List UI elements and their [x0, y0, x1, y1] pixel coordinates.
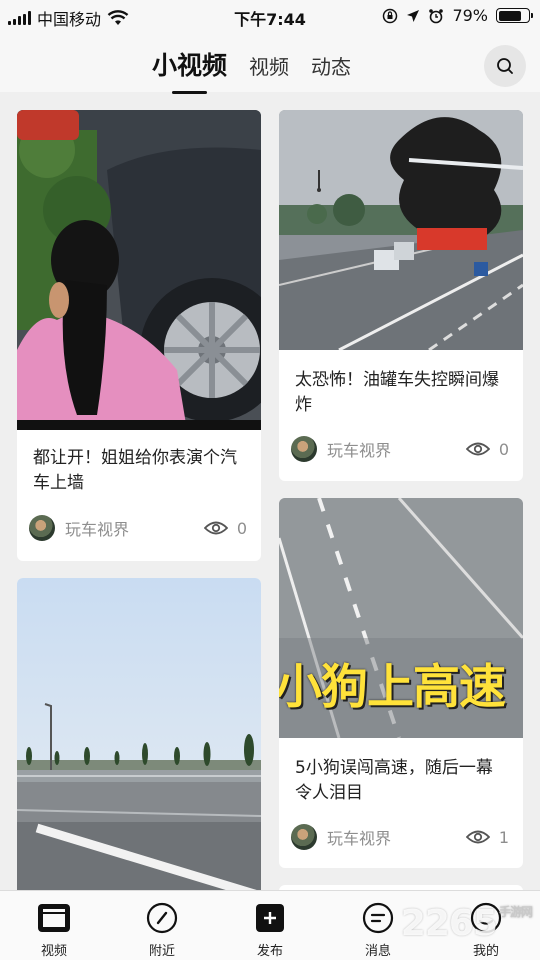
watermark-sub: 手游网 — [498, 905, 533, 919]
video-thumbnail[interactable] — [279, 110, 523, 350]
status-bar: 中国移动 下午7:44 79% — [0, 0, 540, 32]
video-thumbnail[interactable] — [17, 578, 261, 890]
view-count-value: 1 — [498, 827, 509, 847]
author-name[interactable]: 玩车视界 — [327, 825, 466, 849]
video-meta: 玩车视界 0 — [291, 436, 509, 462]
view-count-value: 0 — [236, 518, 247, 538]
location-icon — [407, 9, 420, 22]
author-avatar[interactable] — [291, 436, 317, 462]
video-title: 都让开！姐姐给你表演个汽车上墙 — [33, 448, 237, 493]
nav-video-label: 视频 — [40, 944, 67, 959]
video-meta: 玩车视界 0 — [29, 515, 247, 541]
video-card[interactable]: 小狗上高速 5小狗误闯高速，随后一幕令人泪目 玩车视界 1 — [279, 498, 523, 868]
bottom-nav: 视频 附近 发布 消息 我的 2265 手游网 — [0, 890, 540, 960]
video-title: 5小狗误闯高速，随后一幕令人泪目 — [295, 758, 493, 803]
video-thumbnail[interactable] — [17, 110, 261, 430]
battery-percent: 79% — [452, 6, 488, 25]
view-count-value: 0 — [498, 439, 509, 459]
nav-publish-label: 发布 — [256, 944, 283, 959]
author-avatar[interactable] — [29, 515, 55, 541]
thumbnail-image — [17, 110, 261, 430]
author-name[interactable]: 玩车视界 — [65, 516, 204, 540]
message-icon — [362, 902, 394, 934]
video-card[interactable]: 都让开！姐姐给你表演个汽车上墙 玩车视界 0 — [17, 110, 261, 561]
tab-list: 小视频 视频 动态 — [152, 46, 351, 94]
tab-short-video[interactable]: 小视频 — [152, 46, 227, 94]
eye-icon — [203, 521, 228, 535]
nav-publish[interactable]: 发布 — [230, 901, 310, 959]
view-count: 1 — [465, 827, 509, 847]
video-feed[interactable]: 都让开！姐姐给你表演个汽车上墙 玩车视界 0 太恐怖！油罐车失控瞬间爆炸 玩车视… — [0, 92, 540, 890]
plus-icon — [256, 904, 284, 932]
nav-nearby[interactable]: 附近 — [122, 901, 202, 959]
thumbnail-image — [279, 110, 523, 350]
search-icon — [497, 58, 513, 74]
video-icon — [38, 904, 70, 932]
eye-icon — [465, 830, 490, 844]
author-avatar[interactable] — [291, 824, 317, 850]
video-card[interactable]: 太恐怖！油罐车失控瞬间爆炸 玩车视界 0 — [279, 110, 523, 481]
thumbnail-caption: 小狗上高速 — [279, 660, 506, 715]
video-title: 太恐怖！油罐车失控瞬间爆炸 — [295, 370, 499, 415]
compass-icon — [146, 902, 178, 934]
rotation-lock-icon — [383, 8, 398, 23]
battery-level — [498, 10, 522, 21]
author-name[interactable]: 玩车视界 — [327, 437, 466, 461]
thumbnail-image — [17, 578, 261, 890]
view-count: 0 — [465, 439, 509, 459]
battery-icon — [496, 8, 533, 23]
watermark-text: 2265 — [400, 903, 498, 944]
status-right: 79% — [382, 6, 533, 25]
top-tab-bar: 小视频 视频 动态 — [0, 32, 540, 94]
view-count: 0 — [203, 518, 247, 538]
search-button[interactable] — [484, 45, 526, 87]
nav-video[interactable]: 视频 — [14, 901, 94, 959]
tab-video[interactable]: 视频 — [249, 51, 289, 80]
alarm-icon — [429, 8, 444, 23]
video-meta: 玩车视界 1 — [291, 824, 509, 850]
tab-moments[interactable]: 动态 — [311, 51, 351, 80]
video-card[interactable] — [17, 578, 261, 890]
watermark-logo: 2265 手游网 — [400, 903, 533, 944]
nav-nearby-label: 附近 — [148, 944, 175, 959]
eye-icon — [465, 442, 490, 456]
video-thumbnail[interactable]: 小狗上高速 — [279, 498, 523, 738]
